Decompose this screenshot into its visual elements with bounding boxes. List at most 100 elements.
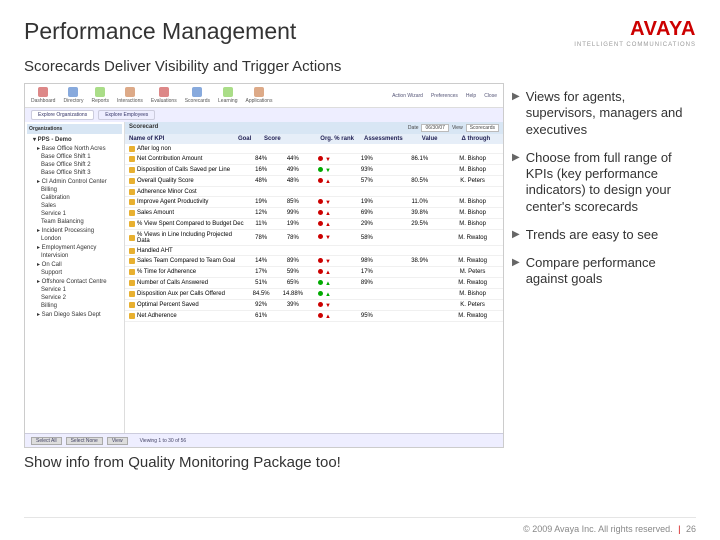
column-header[interactable]: Name of KPI — [129, 136, 231, 142]
footer-separator: | — [678, 524, 680, 534]
org-tree-panel: Organizations ▾ PPS - Demo▸ Base Office … — [25, 122, 125, 433]
table-row[interactable]: Net Adherence61% ▲95%M. Rwatog — [125, 311, 503, 322]
copyright: © 2009 Avaya Inc. All rights reserved. — [523, 524, 673, 534]
app-toolbar: Dashboard Directory Reports Interactions Eva… — [25, 84, 503, 108]
tree-item[interactable]: Sales — [27, 202, 122, 210]
tree-item[interactable]: Base Office Shift 1 — [27, 153, 122, 161]
table-row[interactable]: % Time for Adherence17%59% ▲17%M. Peters — [125, 267, 503, 278]
table-row[interactable]: % Views in Line Including Projected Data… — [125, 230, 503, 246]
tree-item[interactable]: Service 1 — [27, 286, 122, 294]
tree-item[interactable]: Team Balancing — [27, 218, 122, 226]
tree-item[interactable]: Service 1 — [27, 210, 122, 218]
bullet-marker-icon: ▶ — [512, 91, 520, 138]
toolbar-item[interactable]: Scorecards — [185, 87, 210, 104]
kpi-icon — [129, 313, 135, 319]
table-row[interactable]: Optimal Percent Saved92%39% ▼K. Peters — [125, 300, 503, 311]
table-row[interactable]: Sales Team Compared to Team Goal14%89% ▼… — [125, 256, 503, 267]
column-header[interactable]: Goal — [231, 136, 259, 142]
tab[interactable]: Explore Organizations — [31, 110, 94, 120]
footer-button[interactable]: View — [107, 437, 128, 445]
table-row[interactable]: Disposition Aux per Calls Offered84.5%14… — [125, 289, 503, 300]
scorecard-screenshot: Dashboard Directory Reports Interactions Eva… — [24, 83, 504, 448]
footer-button[interactable]: Select All — [31, 437, 62, 445]
tree-item[interactable]: Base Office Shift 2 — [27, 161, 122, 169]
toolbar-item[interactable]: Reports — [91, 87, 109, 104]
page-number: 26 — [686, 524, 696, 534]
tree-item[interactable]: ▸ Incident Processing — [27, 226, 122, 235]
tree-item[interactable]: Service 2 — [27, 294, 122, 302]
column-header[interactable]: Value — [407, 136, 453, 142]
slide-subtitle: Scorecards Deliver Visibility and Trigge… — [24, 58, 696, 75]
column-header[interactable]: Assessments — [360, 136, 406, 142]
toolbar-item[interactable]: Interactions — [117, 87, 143, 104]
view-select[interactable]: Scorecards — [466, 124, 499, 132]
kpi-icon — [129, 269, 135, 275]
toolbar-item[interactable]: Directory — [63, 87, 83, 104]
toolbar-link[interactable]: Close — [484, 93, 497, 99]
tree-item[interactable]: ▸ Employment Agency — [27, 243, 122, 252]
toolbar-icon — [223, 87, 233, 97]
tree-item[interactable]: Base Office Shift 3 — [27, 169, 122, 177]
paging-text: Viewing 1 to 30 of 56 — [140, 438, 187, 444]
toolbar-item[interactable]: Dashboard — [31, 87, 55, 104]
brand-logo: AVAYA INTELLIGENT COMMUNICATIONS — [574, 18, 696, 48]
tree-item[interactable]: Intervision — [27, 252, 122, 260]
kpi-icon — [129, 258, 135, 264]
tree-header: Organizations — [27, 124, 122, 134]
column-header[interactable]: Score — [259, 136, 287, 142]
tree-item[interactable]: Calibration — [27, 194, 122, 202]
table-row[interactable]: Improve Agent Productivity19%85% ▼19%11.… — [125, 197, 503, 208]
table-row[interactable]: Disposition of Calls Saved per Line16%49… — [125, 165, 503, 176]
tree-item[interactable]: ▸ Base Office North Acres — [27, 144, 122, 153]
date-field[interactable]: 06/30/07 — [421, 124, 448, 132]
toolbar-link[interactable]: Help — [466, 93, 476, 99]
tree-item[interactable]: London — [27, 235, 122, 243]
table-row[interactable]: Overall Quality Score48%48% ▲57%80.5%K. … — [125, 176, 503, 187]
table-row[interactable]: Handled AHT — [125, 246, 503, 256]
toolbar-item[interactable]: Learning — [218, 87, 237, 104]
table-row[interactable]: After log non — [125, 144, 503, 154]
tree-item[interactable]: Billing — [27, 186, 122, 194]
column-header[interactable]: Org. % rank — [314, 136, 360, 142]
column-header[interactable]: Δ through — [453, 136, 499, 142]
tree-item[interactable]: ▸ San Diego Sales Dept — [27, 310, 122, 319]
toolbar-icon — [192, 87, 202, 97]
toolbar-link[interactable]: Action Wizard — [392, 93, 423, 99]
toolbar-item[interactable]: Applications — [245, 87, 272, 104]
table-row[interactable]: % View Spent Compared to Budget Dec11%19… — [125, 219, 503, 230]
toolbar-item[interactable]: Evaluations — [151, 87, 177, 104]
tree-item[interactable]: Billing — [27, 302, 122, 310]
slide-footer: © 2009 Avaya Inc. All rights reserved. |… — [523, 524, 696, 534]
column-header[interactable] — [286, 136, 314, 142]
kpi-icon — [129, 235, 135, 241]
footer-button[interactable]: Select None — [66, 437, 103, 445]
kpi-icon — [129, 248, 135, 254]
tree-item[interactable]: ▸ Offshore Contact Centre — [27, 277, 122, 286]
table-row[interactable]: Adherence Minor Cost — [125, 187, 503, 197]
kpi-icon — [129, 221, 135, 227]
toolbar-link[interactable]: Preferences — [431, 93, 458, 99]
bullet-marker-icon: ▶ — [512, 229, 520, 243]
tab[interactable]: Explore Employees — [98, 110, 155, 120]
app-statusbar: Select All Select None View Viewing 1 to 30… — [25, 433, 503, 447]
date-label: Date — [408, 125, 419, 131]
toolbar-icon — [68, 87, 78, 97]
scorecard-panel: Scorecard Date 06/30/07 View Scorecards … — [125, 122, 503, 433]
tree-item[interactable]: ▸ CI Admin Control Center — [27, 177, 122, 186]
tree-item[interactable]: ▸ On Call — [27, 260, 122, 269]
tree-root[interactable]: ▾ PPS - Demo — [27, 135, 122, 144]
panel-title: Scorecard — [129, 124, 158, 132]
kpi-icon — [129, 167, 135, 173]
table-row[interactable]: Net Contribution Amount84%44% ▼19%86.1%M… — [125, 154, 503, 165]
kpi-icon — [129, 146, 135, 152]
table-row[interactable]: Sales Amount12%99% ▲69%39.8%M. Bishop — [125, 208, 503, 219]
app-tabs: Explore Organizations Explore Employees — [25, 108, 503, 122]
tree-item[interactable]: Support — [27, 269, 122, 277]
bullet-list: ▶Views for agents, supervisors, managers… — [512, 83, 696, 448]
bullet-item: ▶Trends are easy to see — [512, 227, 696, 243]
toolbar-icon — [95, 87, 105, 97]
kpi-icon — [129, 302, 135, 308]
logo-text: AVAYA — [574, 18, 696, 41]
table-row[interactable]: Number of Calls Answered51%65% ▲89%M. Rw… — [125, 278, 503, 289]
kpi-icon — [129, 291, 135, 297]
